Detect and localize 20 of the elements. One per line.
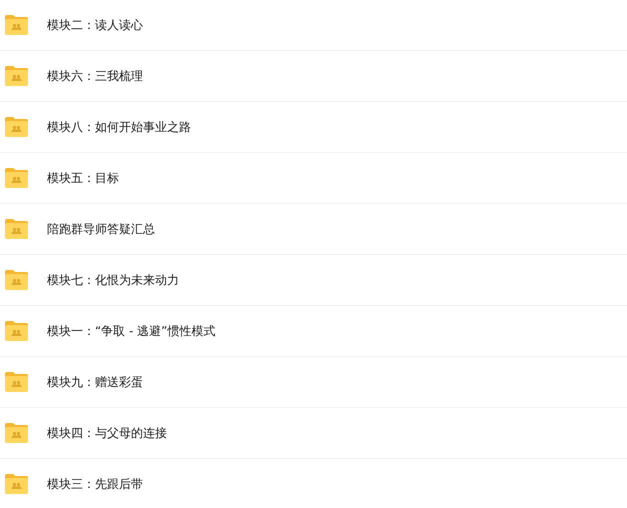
shared-folder-icon: [4, 218, 29, 240]
shared-folder-icon: [4, 371, 29, 393]
shared-folder-icon: [4, 422, 29, 444]
folder-name[interactable]: 陪跑群导师答疑汇总: [47, 220, 155, 238]
folder-name[interactable]: 模块五：目标: [47, 169, 119, 187]
folder-name[interactable]: 模块九：赠送彩蛋: [47, 373, 143, 391]
folder-name[interactable]: 模块六：三我梳理: [47, 67, 143, 85]
shared-folder-icon: [4, 167, 29, 189]
shared-folder-icon: [4, 65, 29, 87]
folder-name[interactable]: 模块二：读人读心: [47, 16, 143, 34]
shared-folder-icon: [4, 320, 29, 342]
shared-folder-icon: [4, 116, 29, 138]
shared-folder-icon: [4, 14, 29, 36]
folder-name[interactable]: 模块八：如何开始事业之路: [47, 118, 191, 136]
shared-folder-icon: [4, 473, 29, 495]
folder-name[interactable]: 模块七：化恨为未来动力: [47, 271, 179, 289]
folder-name[interactable]: 模块四：与父母的连接: [47, 424, 167, 442]
folder-name[interactable]: 模块一：“争取 - 逃避”惯性模式: [47, 322, 216, 340]
shared-folder-icon: [4, 269, 29, 291]
folder-name[interactable]: 模块三：先跟后带: [47, 475, 143, 493]
